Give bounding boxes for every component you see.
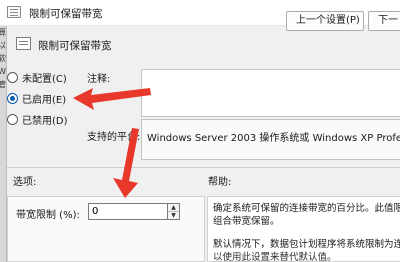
help-text-line: 默认情况下，数据包计划程序将系统限制为连 (213, 239, 400, 250)
radio-disabled[interactable]: 已禁用(D) (7, 112, 68, 127)
help-text-pane: 确定系统可保留的连接带宽的百分比。此值限 组合带宽保留。 默认情况下，数据包计划… (207, 196, 400, 262)
help-text-line: 组合带宽保留。 (213, 216, 280, 227)
spin-down-icon[interactable]: ▼ (168, 212, 179, 220)
window-app-icon (7, 6, 21, 18)
radio-enabled[interactable]: 已启用(E) (7, 91, 67, 106)
next-setting-button[interactable]: 下一 (368, 11, 400, 31)
background-tree-strip: 算 以 软 W 管 (0, 26, 7, 262)
radio-not-configured[interactable]: 未配置(C) (7, 70, 67, 85)
help-text-line: 以使用此设置来替代默认值。 (213, 252, 337, 262)
supported-platform-label: 支持的平台: (87, 132, 141, 143)
radio-label: 已禁用(D) (22, 115, 68, 127)
radio-circle-icon[interactable] (7, 92, 18, 104)
radio-label: 已启用(E) (22, 94, 67, 106)
background-tree-char: 算 (0, 26, 6, 39)
background-tree-char: 软 (0, 52, 6, 65)
window-title: 限制可保留带宽 (29, 8, 103, 20)
spin-up-icon[interactable]: ▲ (168, 204, 179, 212)
comment-textarea[interactable] (141, 69, 400, 117)
annotation-arrow-left (73, 88, 151, 110)
radio-circle-icon[interactable] (7, 113, 18, 125)
help-text-line: 确定系统可保留的连接带宽的百分比。此值限 (213, 203, 400, 214)
radio-label: 未配置(C) (22, 73, 67, 85)
background-tree-char: 管 (0, 78, 6, 91)
section-divider (7, 167, 400, 168)
bandwidth-limit-input[interactable] (88, 203, 168, 220)
bandwidth-limit-label: 带宽限制 (%): (16, 210, 80, 221)
supported-platform-value: Windows Server 2003 操作系统或 Windows XP Pro… (141, 119, 400, 160)
setting-title: 限制可保留带宽 (38, 40, 112, 52)
help-section-label: 帮助: (208, 177, 232, 188)
options-section-label: 选项: (13, 177, 37, 188)
radio-circle-icon[interactable] (7, 71, 18, 83)
previous-setting-button[interactable]: 上一个设置(P) (286, 11, 364, 31)
background-tree-char: W (0, 65, 6, 78)
bandwidth-spinner[interactable]: ▲ ▼ (168, 203, 180, 220)
policy-setting-icon (16, 37, 31, 50)
background-tree-char: 以 (0, 39, 6, 52)
dialog-header: 限制可保留带宽 (7, 26, 400, 60)
comment-label: 注释: (87, 74, 111, 85)
